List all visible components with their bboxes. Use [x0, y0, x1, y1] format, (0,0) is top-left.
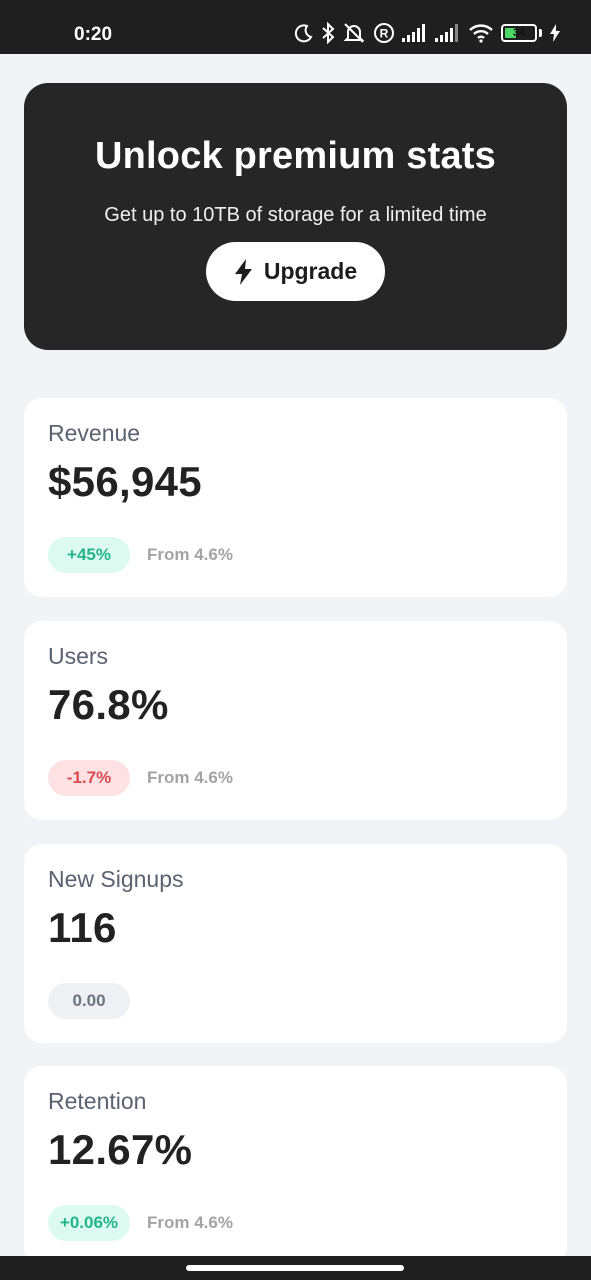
upgrade-button-label: Upgrade	[263, 258, 358, 284]
upgrade-button[interactable]: Upgrade	[206, 242, 385, 301]
stat-from-text: From 4.6%	[147, 1213, 233, 1232]
stat-value: 12.67%	[48, 1126, 193, 1173]
stat-from-text: From 4.6%	[147, 545, 233, 564]
battery-icon: 34	[501, 24, 537, 42]
status-time: 0:20	[74, 24, 113, 45]
stat-value: 76.8%	[48, 681, 169, 728]
stat-label: Users	[48, 643, 109, 669]
bell-off-icon	[342, 22, 366, 44]
registered-icon: R	[373, 22, 395, 44]
stat-from-text: From 4.6%	[147, 768, 233, 787]
premium-promo-card: Unlock premium stats Get up to 10TB of s…	[24, 83, 567, 350]
status-bar: 0:20 R 34	[0, 0, 591, 54]
wifi-icon	[468, 23, 494, 43]
battery-level: 34	[512, 27, 526, 39]
stat-label: Retention	[48, 1088, 147, 1114]
battery-tip	[539, 29, 542, 37]
change-badge: 0.00	[48, 983, 130, 1019]
charging-icon	[549, 24, 561, 42]
signal-icon	[435, 24, 461, 42]
navigation-bar	[0, 1256, 591, 1280]
bluetooth-icon	[321, 22, 335, 44]
change-badge: -1.7%	[48, 760, 130, 796]
stat-label: New Signups	[48, 866, 184, 892]
change-badge: +0.06%	[48, 1205, 130, 1241]
stat-value: $56,945	[48, 458, 202, 505]
stat-card-retention[interactable]: Retention 12.67% +0.06% From 4.6%	[24, 1066, 567, 1265]
lightning-bolt-icon	[234, 258, 254, 285]
stat-value: 116	[48, 904, 117, 951]
promo-title: Unlock premium stats	[95, 135, 496, 177]
stat-label: Revenue	[48, 420, 141, 446]
status-icons: R 34	[294, 18, 561, 48]
stat-card-new-signups[interactable]: New Signups 116 0.00	[24, 844, 567, 1043]
signal-icon	[402, 24, 428, 42]
home-indicator[interactable]	[186, 1265, 404, 1271]
stat-card-revenue[interactable]: Revenue $56,945 +45% From 4.6%	[24, 398, 567, 597]
stat-card-users[interactable]: Users 76.8% -1.7% From 4.6%	[24, 621, 567, 820]
svg-text:R: R	[380, 27, 389, 41]
moon-icon	[294, 23, 314, 43]
promo-subtitle: Get up to 10TB of storage for a limited …	[104, 204, 487, 226]
change-badge: +45%	[48, 537, 130, 573]
